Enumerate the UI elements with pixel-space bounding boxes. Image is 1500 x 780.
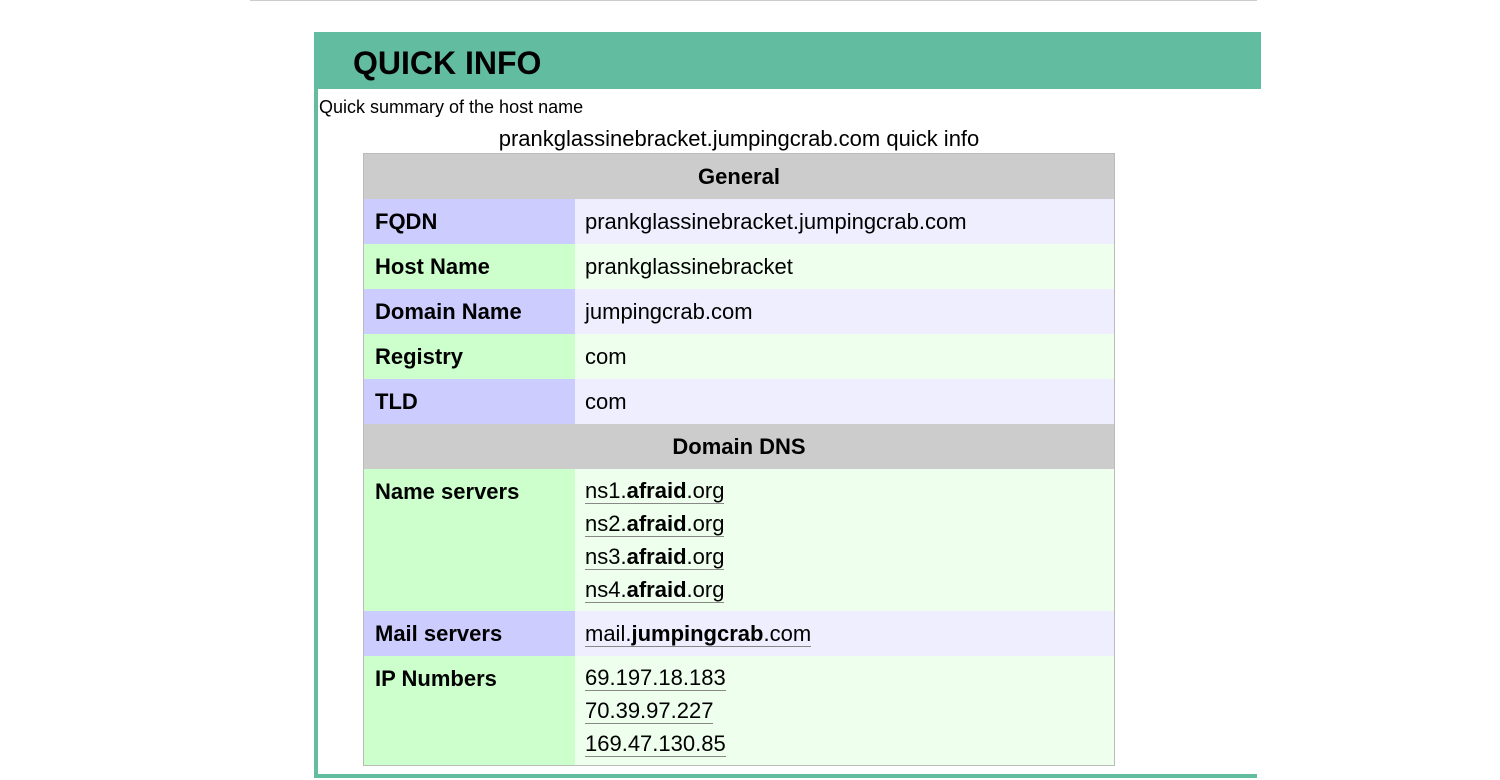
page-title: QUICK INFO: [353, 45, 542, 81]
table-row: Domain Name jumpingcrab.com: [364, 289, 1114, 334]
row-value: jumpingcrab.com: [575, 289, 1114, 334]
row-value: prankglassinebracket.jumpingcrab.com: [575, 199, 1114, 244]
table-row: Registry com: [364, 334, 1114, 379]
row-label: Domain Name: [364, 289, 575, 334]
ip-list: 69.197.18.183 70.39.97.227 169.47.130.85: [575, 656, 1114, 765]
info-table: General FQDN prankglassinebracket.jumpin…: [363, 153, 1115, 766]
row-label: Registry: [364, 334, 575, 379]
table-row-mail-servers: Mail servers mail.jumpingcrab.com: [364, 611, 1114, 656]
name-server-link[interactable]: ns3.afraid.org: [585, 544, 725, 570]
table-row: FQDN prankglassinebracket.jumpingcrab.co…: [364, 199, 1114, 244]
table-row: TLD com: [364, 379, 1114, 424]
section-heading-dns: Domain DNS: [364, 424, 1114, 469]
quick-info-panel: QUICK INFO Quick summary of the host nam…: [314, 32, 1261, 778]
row-value: prankglassinebracket: [575, 244, 1114, 289]
row-label: Name servers: [364, 469, 575, 611]
ip-link[interactable]: 69.197.18.183: [585, 665, 726, 691]
row-value: com: [575, 334, 1114, 379]
ip-link[interactable]: 70.39.97.227: [585, 698, 714, 724]
mail-server-link[interactable]: mail.jumpingcrab.com: [585, 621, 812, 647]
table-caption: prankglassinebracket.jumpingcrab.com qui…: [498, 126, 980, 151]
name-server-link[interactable]: ns4.afraid.org: [585, 577, 725, 603]
top-divider: [250, 0, 1257, 1]
row-label: FQDN: [364, 199, 575, 244]
name-server-link[interactable]: ns1.afraid.org: [585, 478, 725, 504]
row-label: TLD: [364, 379, 575, 424]
table-row: Host Name prankglassinebracket: [364, 244, 1114, 289]
summary-text: Quick summary of the host name: [319, 97, 584, 117]
row-label: Mail servers: [364, 611, 575, 656]
row-label: Host Name: [364, 244, 575, 289]
ip-link[interactable]: 169.47.130.85: [585, 731, 726, 757]
name-server-list: ns1.afraid.org ns2.afraid.org ns3.afraid…: [575, 469, 1114, 611]
panel-header: QUICK INFO: [314, 32, 1261, 89]
mail-server-cell: mail.jumpingcrab.com: [575, 611, 1114, 656]
row-value: com: [575, 379, 1114, 424]
table-row-ip-numbers: IP Numbers 69.197.18.183 70.39.97.227 16…: [364, 656, 1114, 765]
name-server-link[interactable]: ns2.afraid.org: [585, 511, 725, 537]
section-heading-general: General: [364, 154, 1114, 199]
table-row-name-servers: Name servers ns1.afraid.org ns2.afraid.o…: [364, 469, 1114, 611]
row-label: IP Numbers: [364, 656, 575, 765]
